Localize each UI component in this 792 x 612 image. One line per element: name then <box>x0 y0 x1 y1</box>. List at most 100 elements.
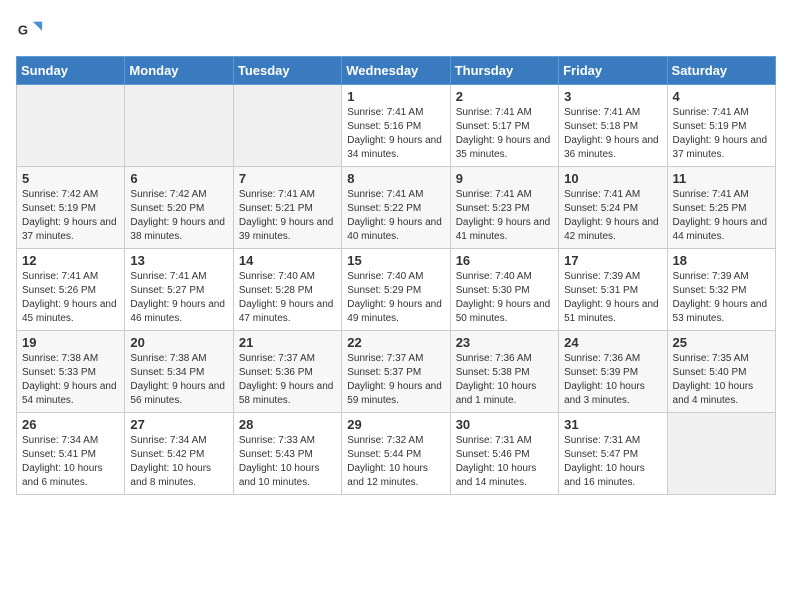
cell-info: Sunrise: 7:42 AMSunset: 5:20 PMDaylight:… <box>130 188 227 244</box>
cell-info: Sunrise: 7:40 AMSunset: 5:28 PMDaylight:… <box>239 270 336 326</box>
cell-info: Sunrise: 7:41 AMSunset: 5:24 PMDaylight:… <box>564 188 661 244</box>
week-row-1: 1 Sunrise: 7:41 AMSunset: 5:16 PMDayligh… <box>17 85 776 167</box>
cell-info: Sunrise: 7:41 AMSunset: 5:26 PMDaylight:… <box>22 270 119 326</box>
day-number: 3 <box>564 89 661 104</box>
day-number: 26 <box>22 417 119 432</box>
cell-info: Sunrise: 7:41 AMSunset: 5:25 PMDaylight:… <box>673 188 770 244</box>
week-row-2: 5 Sunrise: 7:42 AMSunset: 5:19 PMDayligh… <box>17 167 776 249</box>
calendar-cell <box>17 85 125 167</box>
calendar-cell <box>667 413 775 495</box>
day-number: 24 <box>564 335 661 350</box>
calendar-cell: 27 Sunrise: 7:34 AMSunset: 5:42 PMDaylig… <box>125 413 233 495</box>
cell-info: Sunrise: 7:41 AMSunset: 5:23 PMDaylight:… <box>456 188 553 244</box>
day-number: 25 <box>673 335 770 350</box>
day-number: 31 <box>564 417 661 432</box>
day-number: 23 <box>456 335 553 350</box>
calendar-cell <box>233 85 341 167</box>
cell-info: Sunrise: 7:40 AMSunset: 5:30 PMDaylight:… <box>456 270 553 326</box>
week-row-5: 26 Sunrise: 7:34 AMSunset: 5:41 PMDaylig… <box>17 413 776 495</box>
calendar-cell: 13 Sunrise: 7:41 AMSunset: 5:27 PMDaylig… <box>125 249 233 331</box>
cell-info: Sunrise: 7:31 AMSunset: 5:47 PMDaylight:… <box>564 434 661 490</box>
calendar-cell: 29 Sunrise: 7:32 AMSunset: 5:44 PMDaylig… <box>342 413 450 495</box>
day-number: 13 <box>130 253 227 268</box>
day-number: 9 <box>456 171 553 186</box>
calendar-cell: 24 Sunrise: 7:36 AMSunset: 5:39 PMDaylig… <box>559 331 667 413</box>
cell-info: Sunrise: 7:38 AMSunset: 5:33 PMDaylight:… <box>22 352 119 408</box>
col-header-monday: Monday <box>125 57 233 85</box>
day-number: 2 <box>456 89 553 104</box>
cell-info: Sunrise: 7:41 AMSunset: 5:21 PMDaylight:… <box>239 188 336 244</box>
calendar-cell: 14 Sunrise: 7:40 AMSunset: 5:28 PMDaylig… <box>233 249 341 331</box>
calendar-cell: 10 Sunrise: 7:41 AMSunset: 5:24 PMDaylig… <box>559 167 667 249</box>
cell-info: Sunrise: 7:39 AMSunset: 5:32 PMDaylight:… <box>673 270 770 326</box>
calendar-cell: 12 Sunrise: 7:41 AMSunset: 5:26 PMDaylig… <box>17 249 125 331</box>
day-number: 11 <box>673 171 770 186</box>
calendar-cell: 9 Sunrise: 7:41 AMSunset: 5:23 PMDayligh… <box>450 167 558 249</box>
calendar-cell <box>125 85 233 167</box>
week-row-3: 12 Sunrise: 7:41 AMSunset: 5:26 PMDaylig… <box>17 249 776 331</box>
day-number: 29 <box>347 417 444 432</box>
logo-icon: G <box>16 16 44 44</box>
page-header: G <box>16 16 776 44</box>
calendar-table: SundayMondayTuesdayWednesdayThursdayFrid… <box>16 56 776 495</box>
day-number: 6 <box>130 171 227 186</box>
calendar-cell: 6 Sunrise: 7:42 AMSunset: 5:20 PMDayligh… <box>125 167 233 249</box>
cell-info: Sunrise: 7:37 AMSunset: 5:36 PMDaylight:… <box>239 352 336 408</box>
cell-info: Sunrise: 7:33 AMSunset: 5:43 PMDaylight:… <box>239 434 336 490</box>
calendar-cell: 25 Sunrise: 7:35 AMSunset: 5:40 PMDaylig… <box>667 331 775 413</box>
day-number: 15 <box>347 253 444 268</box>
col-header-thursday: Thursday <box>450 57 558 85</box>
calendar-cell: 3 Sunrise: 7:41 AMSunset: 5:18 PMDayligh… <box>559 85 667 167</box>
cell-info: Sunrise: 7:39 AMSunset: 5:31 PMDaylight:… <box>564 270 661 326</box>
cell-info: Sunrise: 7:38 AMSunset: 5:34 PMDaylight:… <box>130 352 227 408</box>
day-number: 28 <box>239 417 336 432</box>
cell-info: Sunrise: 7:34 AMSunset: 5:41 PMDaylight:… <box>22 434 119 490</box>
cell-info: Sunrise: 7:41 AMSunset: 5:19 PMDaylight:… <box>673 106 770 162</box>
calendar-cell: 1 Sunrise: 7:41 AMSunset: 5:16 PMDayligh… <box>342 85 450 167</box>
calendar-cell: 26 Sunrise: 7:34 AMSunset: 5:41 PMDaylig… <box>17 413 125 495</box>
cell-info: Sunrise: 7:42 AMSunset: 5:19 PMDaylight:… <box>22 188 119 244</box>
col-header-sunday: Sunday <box>17 57 125 85</box>
day-number: 21 <box>239 335 336 350</box>
calendar-cell: 31 Sunrise: 7:31 AMSunset: 5:47 PMDaylig… <box>559 413 667 495</box>
calendar-cell: 28 Sunrise: 7:33 AMSunset: 5:43 PMDaylig… <box>233 413 341 495</box>
calendar-cell: 11 Sunrise: 7:41 AMSunset: 5:25 PMDaylig… <box>667 167 775 249</box>
cell-info: Sunrise: 7:41 AMSunset: 5:17 PMDaylight:… <box>456 106 553 162</box>
calendar-cell: 15 Sunrise: 7:40 AMSunset: 5:29 PMDaylig… <box>342 249 450 331</box>
calendar-cell: 22 Sunrise: 7:37 AMSunset: 5:37 PMDaylig… <box>342 331 450 413</box>
cell-info: Sunrise: 7:37 AMSunset: 5:37 PMDaylight:… <box>347 352 444 408</box>
day-number: 20 <box>130 335 227 350</box>
cell-info: Sunrise: 7:34 AMSunset: 5:42 PMDaylight:… <box>130 434 227 490</box>
calendar-cell: 23 Sunrise: 7:36 AMSunset: 5:38 PMDaylig… <box>450 331 558 413</box>
calendar-cell: 21 Sunrise: 7:37 AMSunset: 5:36 PMDaylig… <box>233 331 341 413</box>
calendar-cell: 17 Sunrise: 7:39 AMSunset: 5:31 PMDaylig… <box>559 249 667 331</box>
day-number: 7 <box>239 171 336 186</box>
cell-info: Sunrise: 7:36 AMSunset: 5:38 PMDaylight:… <box>456 352 553 408</box>
calendar-cell: 7 Sunrise: 7:41 AMSunset: 5:21 PMDayligh… <box>233 167 341 249</box>
calendar-cell: 5 Sunrise: 7:42 AMSunset: 5:19 PMDayligh… <box>17 167 125 249</box>
col-header-wednesday: Wednesday <box>342 57 450 85</box>
day-number: 5 <box>22 171 119 186</box>
day-number: 17 <box>564 253 661 268</box>
col-header-saturday: Saturday <box>667 57 775 85</box>
col-header-tuesday: Tuesday <box>233 57 341 85</box>
calendar-cell: 20 Sunrise: 7:38 AMSunset: 5:34 PMDaylig… <box>125 331 233 413</box>
svg-text:G: G <box>18 23 28 38</box>
day-number: 8 <box>347 171 444 186</box>
calendar-cell: 18 Sunrise: 7:39 AMSunset: 5:32 PMDaylig… <box>667 249 775 331</box>
day-number: 14 <box>239 253 336 268</box>
day-number: 30 <box>456 417 553 432</box>
logo: G <box>16 16 48 44</box>
calendar-cell: 4 Sunrise: 7:41 AMSunset: 5:19 PMDayligh… <box>667 85 775 167</box>
calendar-cell: 30 Sunrise: 7:31 AMSunset: 5:46 PMDaylig… <box>450 413 558 495</box>
day-number: 22 <box>347 335 444 350</box>
cell-info: Sunrise: 7:32 AMSunset: 5:44 PMDaylight:… <box>347 434 444 490</box>
calendar-cell: 16 Sunrise: 7:40 AMSunset: 5:30 PMDaylig… <box>450 249 558 331</box>
day-number: 18 <box>673 253 770 268</box>
cell-info: Sunrise: 7:36 AMSunset: 5:39 PMDaylight:… <box>564 352 661 408</box>
calendar-cell: 8 Sunrise: 7:41 AMSunset: 5:22 PMDayligh… <box>342 167 450 249</box>
day-number: 12 <box>22 253 119 268</box>
day-number: 1 <box>347 89 444 104</box>
cell-info: Sunrise: 7:35 AMSunset: 5:40 PMDaylight:… <box>673 352 770 408</box>
day-number: 4 <box>673 89 770 104</box>
